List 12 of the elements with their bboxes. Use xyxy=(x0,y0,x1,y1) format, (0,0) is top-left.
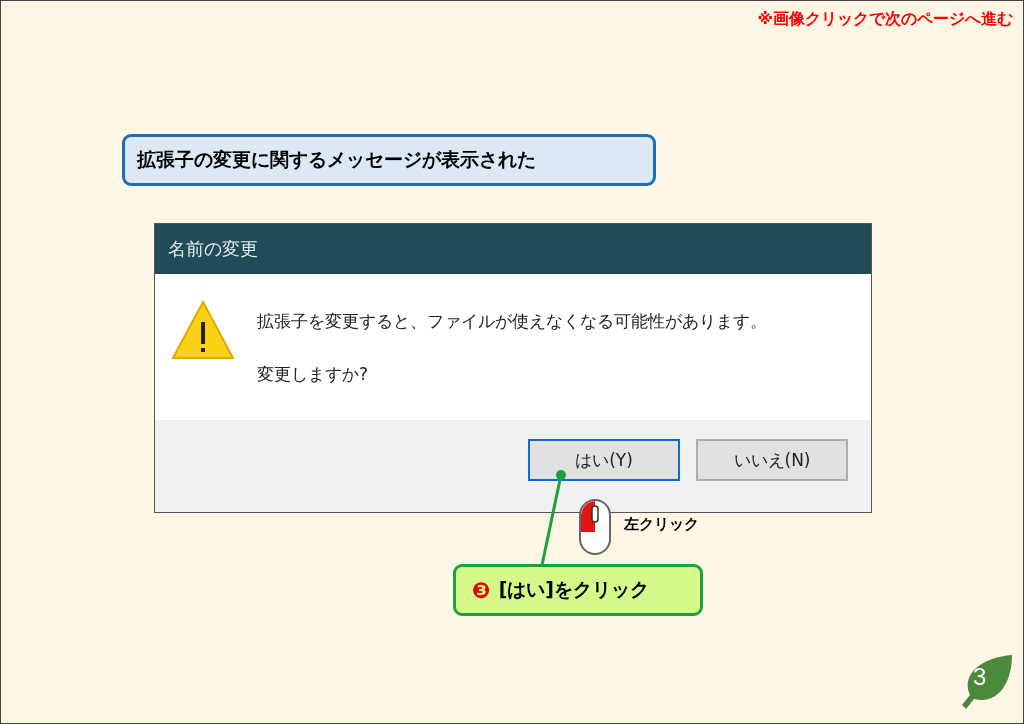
page-note: ※画像クリックで次のページへ進む xyxy=(757,9,1013,30)
warning-icon xyxy=(171,300,235,360)
mouse-hint: 左クリック xyxy=(624,515,699,534)
dialog-button[interactable]: はい(Y) xyxy=(528,439,680,481)
step-label: [はい]をクリック xyxy=(498,577,649,602)
dialog-title: 名前の変更 xyxy=(155,224,871,274)
dialog-question: 変更しますか? xyxy=(257,363,370,386)
page-number: 3 xyxy=(973,663,987,691)
dialog-button[interactable]: いいえ(N) xyxy=(696,439,848,481)
caption-callout: 拡張子の変更に関するメッセージが表示された xyxy=(122,134,656,186)
dialog-message: 拡張子を変更すると、ファイルが使えなくなる可能性があります。 xyxy=(257,310,767,333)
step-number: ❸ xyxy=(472,577,491,603)
